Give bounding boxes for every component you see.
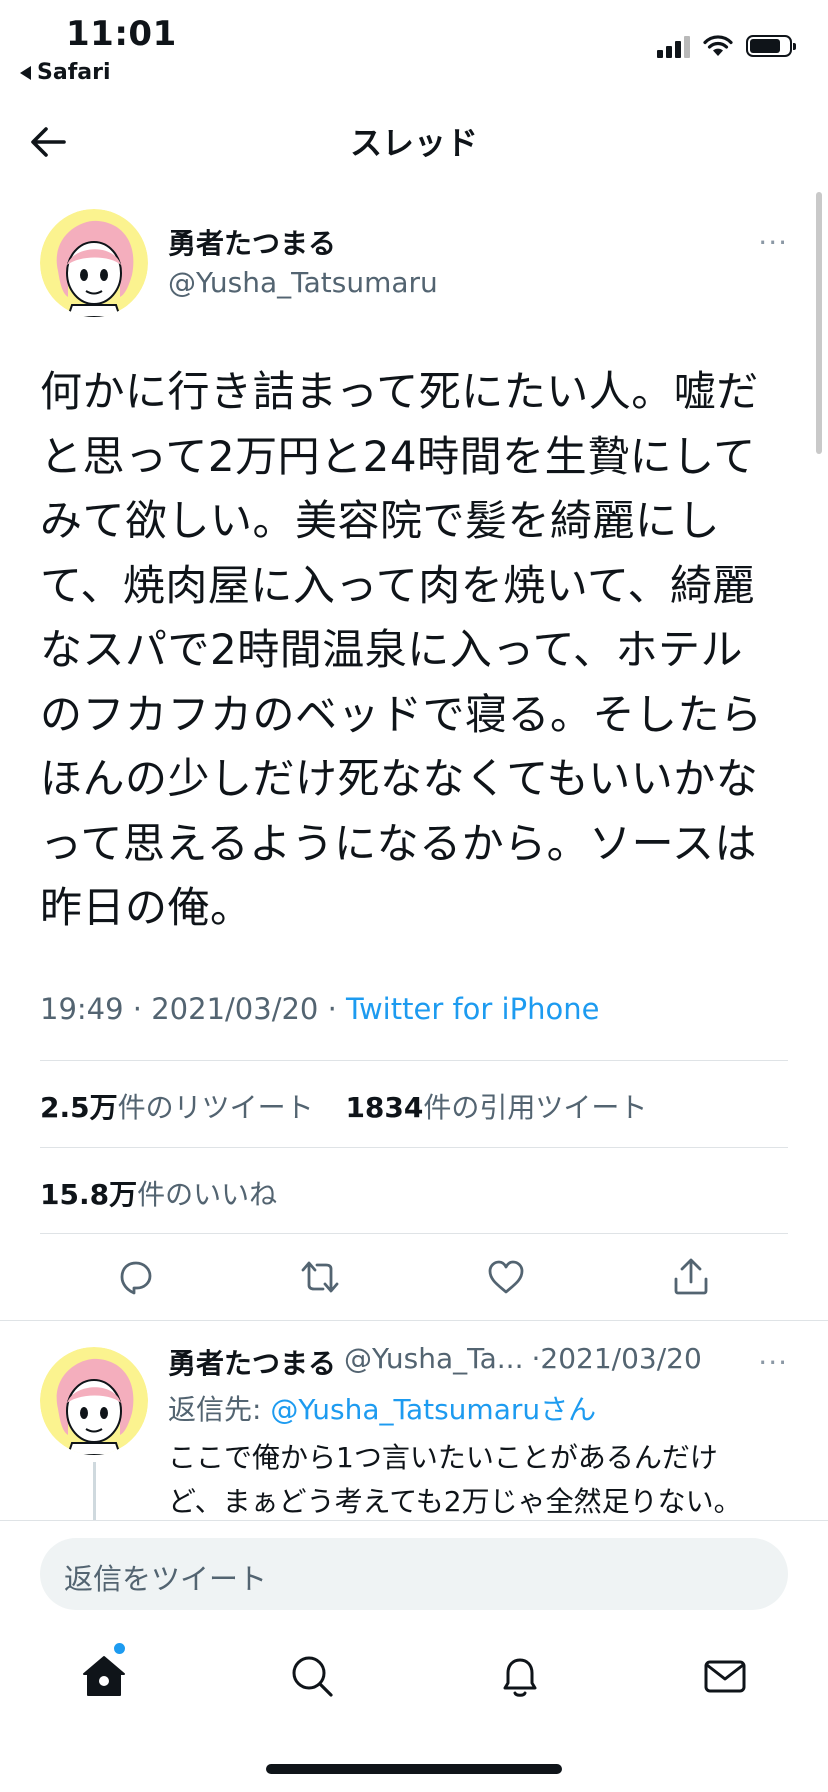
back-to-safari[interactable]: Safari [20, 60, 111, 85]
like-heart-icon[interactable] [484, 1255, 528, 1299]
user-handle[interactable]: @Yusha_Tatsumaru [168, 266, 438, 299]
back-app-label: Safari [37, 60, 111, 85]
reply-icon[interactable] [113, 1255, 157, 1299]
stats-row: 2.5万件のリツイート 1834件の引用ツイート [40, 1086, 647, 1126]
retweets-stat[interactable]: 2.5万件のリツイート [40, 1091, 314, 1124]
avatar-illustration [40, 1347, 148, 1455]
display-name[interactable]: 勇者たつまる [168, 222, 336, 262]
section-divider [0, 1320, 828, 1321]
reply-compose-input[interactable]: 返信をツイート [40, 1538, 788, 1610]
reply-to-label: 返信先: [168, 1393, 271, 1426]
tweet-source-link[interactable]: Twitter for iPhone [346, 992, 599, 1026]
page-title: スレッド [349, 124, 478, 162]
meta-separator: · [318, 992, 347, 1026]
reply-header: 勇者たつまる @Yusha_Ta... ·2021/03/20 [168, 1342, 702, 1382]
new-content-dot [114, 1643, 125, 1654]
reply-date[interactable]: ·2021/03/20 [531, 1342, 701, 1382]
messages-envelope-icon[interactable] [701, 1652, 749, 1700]
more-options-icon[interactable]: ··· [758, 226, 788, 259]
tweet-actions [0, 1255, 828, 1315]
likes-label: 件のいいね [137, 1178, 278, 1211]
home-icon[interactable] [80, 1652, 128, 1700]
tweet-meta: 19:49 · 2021/03/20 · Twitter for iPhone [40, 992, 599, 1026]
back-triangle-icon [20, 65, 31, 80]
notifications-bell-icon[interactable] [496, 1652, 544, 1700]
divider [40, 1147, 788, 1148]
battery-icon [746, 35, 796, 57]
divider [40, 1233, 788, 1234]
home-indicator[interactable] [266, 1764, 562, 1774]
avatar[interactable] [40, 209, 148, 317]
retweets-label: 件のリツイート [117, 1091, 314, 1124]
divider [40, 1060, 788, 1061]
retweets-count: 2.5万 [40, 1091, 118, 1124]
thread-connector-line [93, 1462, 96, 1520]
quotes-stat[interactable]: 1834件の引用ツイート [345, 1091, 647, 1124]
reply-more-options-icon[interactable]: ··· [758, 1346, 788, 1379]
status-icons [657, 34, 796, 58]
reply-handle[interactable]: @Yusha_Ta... [344, 1342, 523, 1382]
tweet-date[interactable]: 2021/03/20 [151, 992, 318, 1026]
tweet-time: 19:49 [40, 992, 124, 1026]
signal-icon [657, 34, 690, 58]
tweet-text: 何かに行き詰まって死にたい人。嘘だ と思って2万円と24時間を生贄にして みて欲… [40, 367, 763, 932]
replying-to: 返信先: @Yusha_Tatsumaruさん [168, 1388, 596, 1428]
quotes-count: 1834 [345, 1091, 424, 1124]
reply-avatar[interactable] [40, 1347, 148, 1455]
share-icon[interactable] [669, 1255, 713, 1299]
meta-separator: · [123, 992, 152, 1026]
wifi-icon [703, 35, 733, 56]
search-icon[interactable] [288, 1652, 336, 1700]
reply-to-handle-link[interactable]: @Yusha_Tatsumaruさん [270, 1393, 596, 1426]
status-time: 11:01 [66, 14, 177, 54]
quotes-label: 件の引用ツイート [423, 1091, 648, 1124]
scrollbar[interactable] [816, 192, 822, 454]
compose-placeholder: 返信をツイート [64, 1562, 268, 1596]
retweet-icon[interactable] [298, 1255, 342, 1299]
likes-stat[interactable]: 15.8万件のいいね [40, 1173, 277, 1213]
likes-count: 15.8万 [40, 1178, 138, 1211]
reply-text: ここで俺から1つ言いたいことがあるんだけど、まぁどう考えても2万じゃ全然足りない… [168, 1441, 742, 1518]
avatar-illustration [40, 209, 148, 317]
compose-divider [0, 1520, 828, 1521]
reply-display-name[interactable]: 勇者たつまる [168, 1342, 336, 1382]
